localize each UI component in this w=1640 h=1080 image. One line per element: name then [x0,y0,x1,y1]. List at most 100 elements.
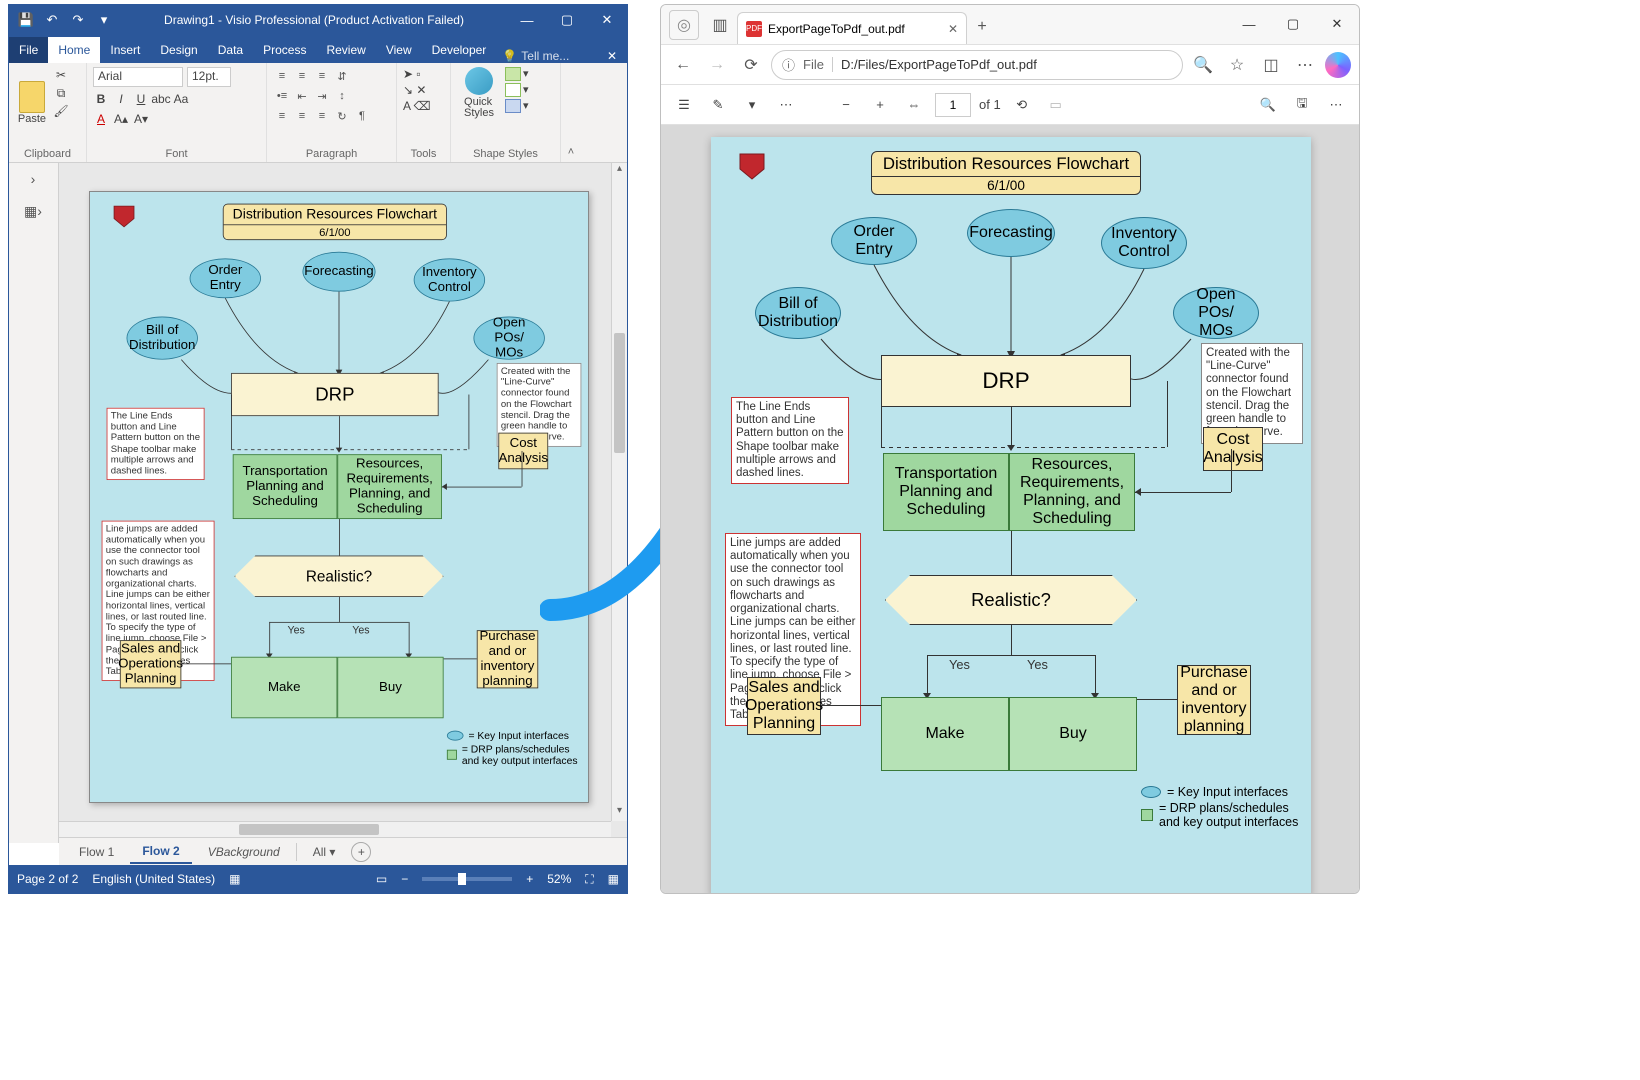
split-screen-icon[interactable]: ◫ [1257,51,1285,79]
edge-close-button[interactable]: ✕ [1315,4,1359,44]
tab-close-icon[interactable]: ✕ [948,22,958,36]
more-tools-icon[interactable]: ⋯ [773,92,799,118]
browser-tab[interactable]: PDF ExportPageToPdf_out.pdf ✕ [737,12,967,44]
connector-tool-icon[interactable]: ↘ ✕ [403,83,431,97]
font-size-combo[interactable]: 12pt. [187,67,231,87]
pdf-viewport[interactable]: Distribution Resources Flowchart 6/1/00 … [661,125,1359,893]
scroll-down-icon[interactable]: ▾ [612,805,627,821]
copilot-icon[interactable] [1325,52,1351,78]
macro-record-icon[interactable]: ▦ [229,872,240,886]
qat-more-icon[interactable]: ▾ [93,9,115,31]
pdf-more-icon[interactable]: ⋯ [1323,92,1349,118]
tab-view[interactable]: View [376,37,422,63]
page-tab-flow1[interactable]: Flow 1 [67,841,126,863]
zoom-in-button[interactable]: + [867,92,893,118]
tab-data[interactable]: Data [208,37,253,63]
zoom-out-button[interactable]: − [833,92,859,118]
back-button[interactable]: ← [669,51,697,79]
site-info-icon[interactable]: ⓘ [782,55,795,74]
tab-developer[interactable]: Developer [422,37,497,63]
tab-insert[interactable]: Insert [100,37,150,63]
tab-process[interactable]: Process [253,37,316,63]
shapes-expand-icon[interactable]: › [9,163,57,195]
tab-file[interactable]: File [9,37,48,63]
grow-font-button[interactable]: A▴ [113,111,129,127]
page-tab-vbackground[interactable]: VBackground [196,841,292,863]
orient-icon[interactable]: ⇵ [333,67,351,85]
profile-icon[interactable]: ◎ [669,10,699,40]
ribbon-collapse-icon[interactable]: ˄ [561,63,581,162]
format-painter-icon[interactable]: 🖌 [53,103,69,119]
close-button[interactable]: ✕ [587,5,627,35]
italic-button[interactable]: I [113,91,129,107]
status-language[interactable]: English (United States) [92,872,215,886]
align-left-icon[interactable]: ≡ [273,107,291,125]
stencil-icon[interactable]: ▦› [9,195,57,227]
undo-icon[interactable]: ↶ [41,9,63,31]
bold-button[interactable]: B [93,91,109,107]
indent-inc-icon[interactable]: ⇥ [313,87,331,105]
zoom-level[interactable]: 52% [547,872,571,886]
page-tab-all[interactable]: All ▾ [301,841,348,863]
zoom-slider[interactable] [422,877,512,881]
tell-me-search[interactable]: 💡 Tell me... [496,49,597,63]
font-color-button[interactable]: A [93,111,109,127]
align-center-icon[interactable]: ≡ [293,107,311,125]
line-dd-icon[interactable]: ▾ [523,83,539,97]
table-of-contents-icon[interactable]: ☰ [671,92,697,118]
refresh-button[interactable]: ⟳ [737,51,765,79]
workspaces-icon[interactable]: ▥ [705,10,735,40]
effects-dd-icon[interactable]: ▾ [523,99,539,113]
page-view-icon[interactable]: ▭ [1043,92,1069,118]
rotate-icon[interactable]: ↻ [333,107,351,125]
add-page-button[interactable]: + [351,842,371,862]
para-more-icon[interactable]: ¶ [353,107,371,125]
zoom-reset-icon[interactable]: 🔍 [1189,51,1217,79]
hscroll-thumb[interactable] [239,824,379,835]
page-tab-flow2[interactable]: Flow 2 [130,840,191,864]
save-icon[interactable]: 💾 [15,9,37,31]
draw-icon[interactable]: ✎ [705,92,731,118]
new-tab-button[interactable]: + [967,12,997,42]
scroll-up-icon[interactable]: ▴ [612,163,627,179]
minimize-button[interactable]: — [507,5,547,35]
text-tool-icon[interactable]: A ⌫ [403,99,431,113]
drawing-page[interactable]: Distribution Resources Flowchart 6/1/00 … [89,191,589,803]
address-bar[interactable]: ⓘ File D:/Files/ExportPageToPdf_out.pdf [771,50,1183,80]
draw-dropdown-icon[interactable]: ▾ [739,92,765,118]
favorite-icon[interactable]: ☆ [1223,51,1251,79]
cut-icon[interactable]: ✂ [53,67,69,83]
horizontal-scrollbar[interactable] [59,821,611,837]
settings-more-icon[interactable]: ⋯ [1291,51,1319,79]
align-mid-icon[interactable]: ≡ [293,67,311,85]
indent-dec-icon[interactable]: ⇤ [293,87,311,105]
fill-swatch-icon[interactable] [505,67,521,81]
quick-styles-button[interactable]: Quick Styles [457,67,501,119]
tab-review[interactable]: Review [316,37,375,63]
edge-maximize-button[interactable]: ▢ [1271,4,1315,44]
maximize-button[interactable]: ▢ [547,5,587,35]
zoom-in-icon[interactable]: + [526,872,533,886]
redo-icon[interactable]: ↷ [67,9,89,31]
forward-button[interactable]: → [703,51,731,79]
tab-design[interactable]: Design [150,37,207,63]
tab-home[interactable]: Home [48,37,100,63]
switch-windows-icon[interactable]: ▦ [608,872,619,886]
edge-minimize-button[interactable]: — [1227,4,1271,44]
copy-icon[interactable]: ⧉ [53,85,69,101]
strike-button[interactable]: abc [153,91,169,107]
fit-page-icon[interactable]: ⛶ [585,872,593,887]
line-swatch-icon[interactable] [505,83,521,97]
spacing-icon[interactable]: ↕ [333,87,351,105]
fill-dd-icon[interactable]: ▾ [523,67,539,81]
underline-button[interactable]: U [133,91,149,107]
ribbon-close-icon[interactable]: ✕ [597,49,627,63]
shrink-font-button[interactable]: A▾ [133,111,149,127]
save-pdf-icon[interactable]: 🖫 [1289,92,1315,118]
vscroll-thumb[interactable] [614,333,625,453]
fit-width-icon[interactable]: ⇔ [901,92,927,118]
paste-button[interactable]: Paste [15,67,49,125]
align-bot-icon[interactable]: ≡ [313,67,331,85]
align-right-icon[interactable]: ≡ [313,107,331,125]
find-icon[interactable]: 🔍 [1255,92,1281,118]
